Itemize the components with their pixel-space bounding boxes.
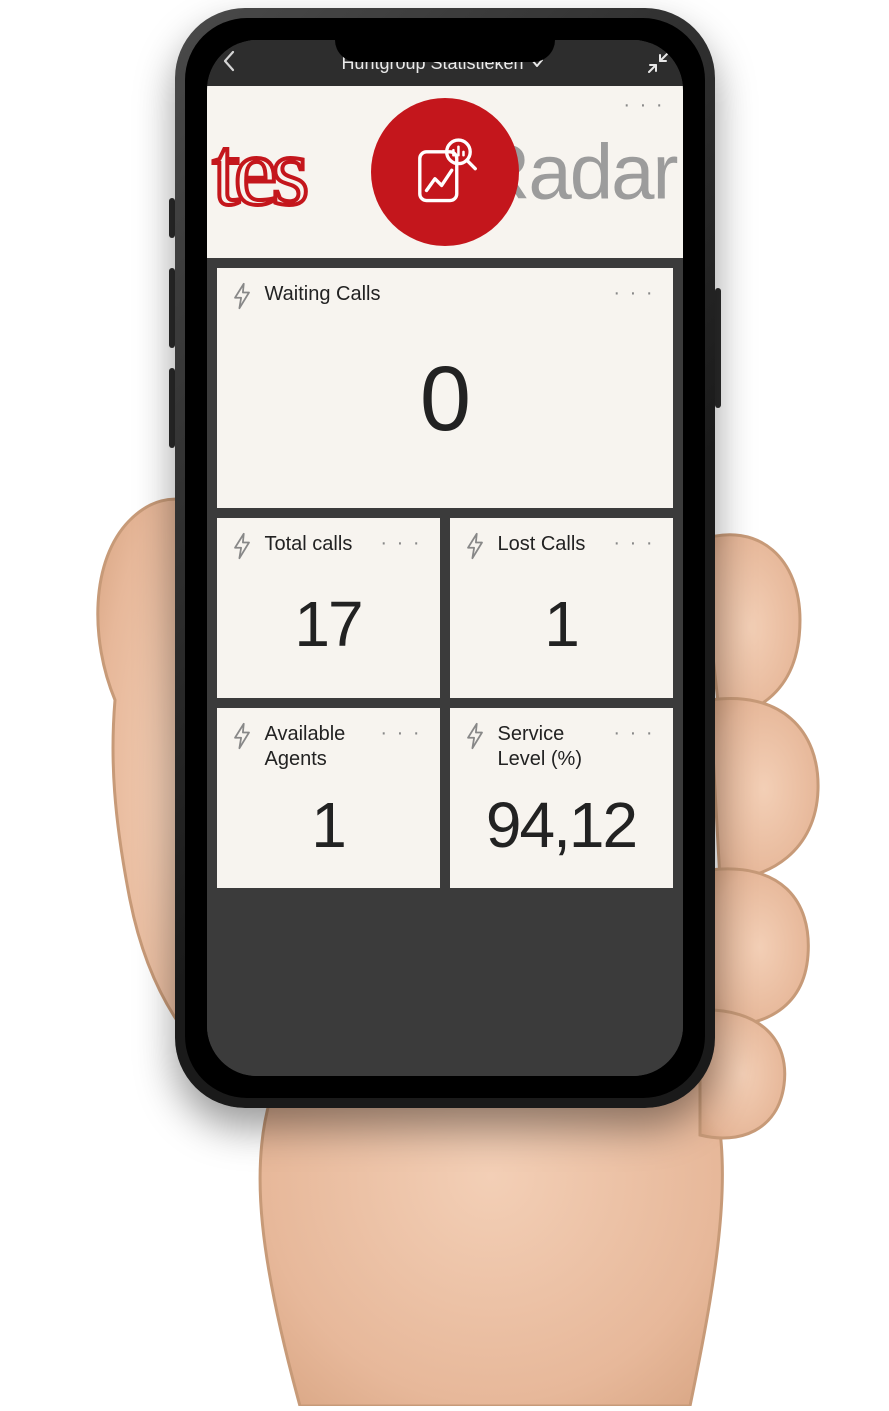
analytics-icon [403, 130, 487, 214]
dashboard: Waiting Calls · · · 0 Total calls [207, 258, 683, 1076]
header-banner: · · · tes [207, 86, 683, 258]
card-total-calls[interactable]: Total calls · · · 17 [217, 518, 440, 698]
dashboard-empty-area [217, 898, 673, 1066]
card-value: 0 [231, 300, 659, 498]
phone-volume-down [169, 368, 175, 448]
brand-logo [371, 98, 519, 246]
bolt-icon [464, 722, 486, 750]
bolt-icon [231, 722, 253, 750]
chevron-left-icon [221, 50, 237, 72]
card-menu[interactable]: · · · [613, 282, 654, 305]
card-value: 94,12 [464, 772, 659, 878]
bolt-icon [231, 532, 253, 560]
phone-notch [335, 28, 555, 62]
card-title: Lost Calls [498, 532, 586, 557]
card-waiting-calls[interactable]: Waiting Calls · · · 0 [217, 268, 673, 508]
card-title: Total calls [265, 532, 353, 557]
phone-side-button [169, 198, 175, 238]
card-title: Service Level (%) [498, 722, 618, 772]
phone: Huntgroup Statistieken [175, 8, 715, 1108]
card-menu[interactable]: · · · [613, 532, 654, 555]
bolt-icon [464, 532, 486, 560]
collapse-icon [648, 53, 668, 73]
card-menu[interactable]: · · · [613, 722, 654, 745]
card-service-level[interactable]: Service Level (%) · · · 94,12 [450, 708, 673, 888]
banner-menu[interactable]: · · · [623, 94, 664, 117]
card-title: Available Agents [265, 722, 385, 772]
phone-volume-up [169, 268, 175, 348]
card-lost-calls[interactable]: Lost Calls · · · 1 [450, 518, 673, 698]
card-value: 1 [464, 560, 659, 688]
card-value: 17 [231, 560, 426, 688]
phone-power-button [715, 288, 721, 408]
card-menu[interactable]: · · · [380, 722, 421, 745]
app-screen: Huntgroup Statistieken [207, 40, 683, 1076]
card-value: 1 [231, 772, 426, 878]
card-menu[interactable]: · · · [380, 532, 421, 555]
brand-left-text: tes [213, 116, 304, 228]
back-button[interactable] [221, 50, 237, 76]
collapse-button[interactable] [648, 53, 668, 73]
card-available-agents[interactable]: Available Agents · · · 1 [217, 708, 440, 888]
